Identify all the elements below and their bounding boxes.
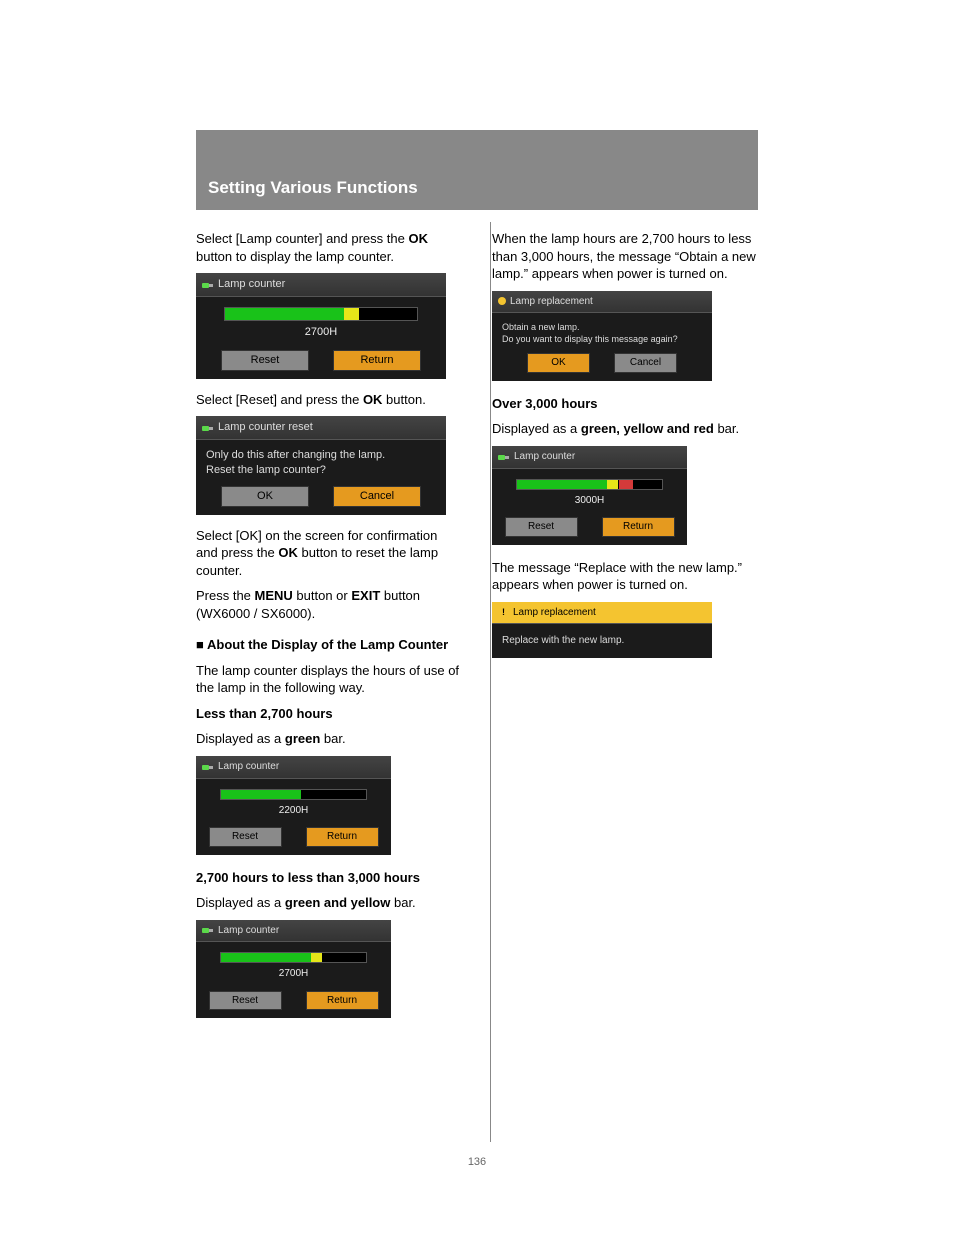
- osd-titlebar: Lamp counter: [492, 446, 687, 469]
- progress-bar: [516, 479, 663, 490]
- osd-lamp-replacement-replace: Lamp replacement Replace with the new la…: [492, 602, 712, 658]
- right-column: When the lamp hours are 2,700 hours to l…: [492, 230, 758, 1030]
- lamp-icon: [202, 762, 214, 772]
- hours-label: 3000H: [502, 494, 677, 508]
- warning-icon: [498, 607, 509, 618]
- paragraph: Select [Reset] and press the OK button.: [196, 391, 462, 409]
- osd-titlebar: Lamp counter: [196, 273, 446, 297]
- osd-lamp-counter: Lamp counter 2700H Reset Return: [196, 273, 446, 379]
- hours-label: 2700H: [206, 967, 381, 981]
- osd-titlebar: Lamp counter: [196, 756, 391, 779]
- osd-lamp-counter-2200: Lamp counter 2200H Reset Return: [196, 756, 391, 855]
- paragraph: Select [Lamp counter] and press the OK b…: [196, 230, 462, 265]
- column-divider: [490, 222, 491, 1142]
- paragraph: Select [OK] on the screen for confirmati…: [196, 527, 462, 580]
- bar-green: [221, 953, 311, 962]
- osd-lamp-counter-2700: Lamp counter 2700H Reset Return: [196, 920, 391, 1019]
- bar-red: [619, 480, 634, 489]
- paragraph: Press the MENU button or EXIT button (WX…: [196, 587, 462, 622]
- progress-bar: [224, 307, 418, 321]
- osd-title-text: Lamp counter: [218, 277, 285, 292]
- paragraph: Displayed as a green bar.: [196, 730, 462, 748]
- osd-titlebar: Lamp replacement: [492, 291, 712, 314]
- lamp-icon: [202, 280, 214, 290]
- paragraph: Displayed as a green, yellow and red bar…: [492, 420, 758, 438]
- warning-icon: [498, 297, 506, 305]
- osd-lamp-counter-reset: Lamp counter reset Only do this after ch…: [196, 416, 446, 514]
- paragraph: When the lamp hours are 2,700 hours to l…: [492, 230, 758, 283]
- sub-heading: Over 3,000 hours: [492, 395, 758, 413]
- lamp-icon: [202, 925, 214, 935]
- osd-message-line: Only do this after changing the lamp.: [206, 448, 436, 463]
- osd-lamp-counter-3000: Lamp counter 3000H Reset Return: [492, 446, 687, 545]
- page-number: 136: [0, 1155, 954, 1170]
- paragraph: The lamp counter displays the hours of u…: [196, 662, 462, 697]
- hours-label: 2700H: [206, 325, 436, 340]
- ok-button[interactable]: OK: [527, 353, 590, 373]
- osd-titlebar: Lamp counter: [196, 920, 391, 943]
- page-header: Setting Various Functions: [196, 130, 758, 210]
- lamp-icon: [498, 452, 510, 462]
- osd-title-text: Lamp counter: [218, 760, 279, 774]
- bar-green: [517, 480, 607, 489]
- osd-message-line: Do you want to display this message agai…: [502, 333, 702, 345]
- osd-title-text: Lamp counter: [218, 924, 279, 938]
- osd-title-text: Lamp replacement: [513, 606, 596, 620]
- osd-lamp-replacement-obtain: Lamp replacement Obtain a new lamp. Do y…: [492, 291, 712, 381]
- left-column: Select [Lamp counter] and press the OK b…: [196, 230, 462, 1030]
- return-button[interactable]: Return: [306, 827, 379, 847]
- ok-button[interactable]: OK: [221, 486, 309, 507]
- reset-button[interactable]: Reset: [209, 827, 282, 847]
- osd-titlebar: Lamp counter reset: [196, 416, 446, 440]
- section-heading: ■ About the Display of the Lamp Counter: [196, 636, 462, 654]
- bar-green: [221, 790, 301, 799]
- bar-yellow: [344, 308, 359, 320]
- osd-titlebar: Lamp replacement: [492, 602, 712, 625]
- progress-bar: [220, 789, 367, 800]
- paragraph: Displayed as a green and yellow bar.: [196, 894, 462, 912]
- progress-bar: [220, 952, 367, 963]
- paragraph: The message “Replace with the new lamp.”…: [492, 559, 758, 594]
- return-button[interactable]: Return: [306, 991, 379, 1011]
- osd-title-text: Lamp counter reset: [218, 420, 313, 435]
- sub-heading: Less than 2,700 hours: [196, 705, 462, 723]
- lamp-icon: [202, 423, 214, 433]
- sub-heading: 2,700 hours to less than 3,000 hours: [196, 869, 462, 887]
- page-title: Setting Various Functions: [208, 177, 418, 200]
- reset-button[interactable]: Reset: [505, 517, 578, 537]
- bar-yellow: [311, 953, 323, 962]
- osd-title-text: Lamp counter: [514, 450, 575, 464]
- osd-message-line: Reset the lamp counter?: [206, 463, 436, 478]
- hours-label: 2200H: [206, 804, 381, 818]
- cancel-button[interactable]: Cancel: [614, 353, 677, 373]
- reset-button[interactable]: Reset: [221, 350, 309, 371]
- return-button[interactable]: Return: [333, 350, 421, 371]
- osd-title-text: Lamp replacement: [510, 295, 593, 309]
- osd-message-line: Replace with the new lamp.: [502, 634, 702, 648]
- cancel-button[interactable]: Cancel: [333, 486, 421, 507]
- reset-button[interactable]: Reset: [209, 991, 282, 1011]
- osd-message-line: Obtain a new lamp.: [502, 321, 702, 333]
- return-button[interactable]: Return: [602, 517, 675, 537]
- bar-green: [225, 308, 344, 320]
- bar-yellow: [607, 480, 619, 489]
